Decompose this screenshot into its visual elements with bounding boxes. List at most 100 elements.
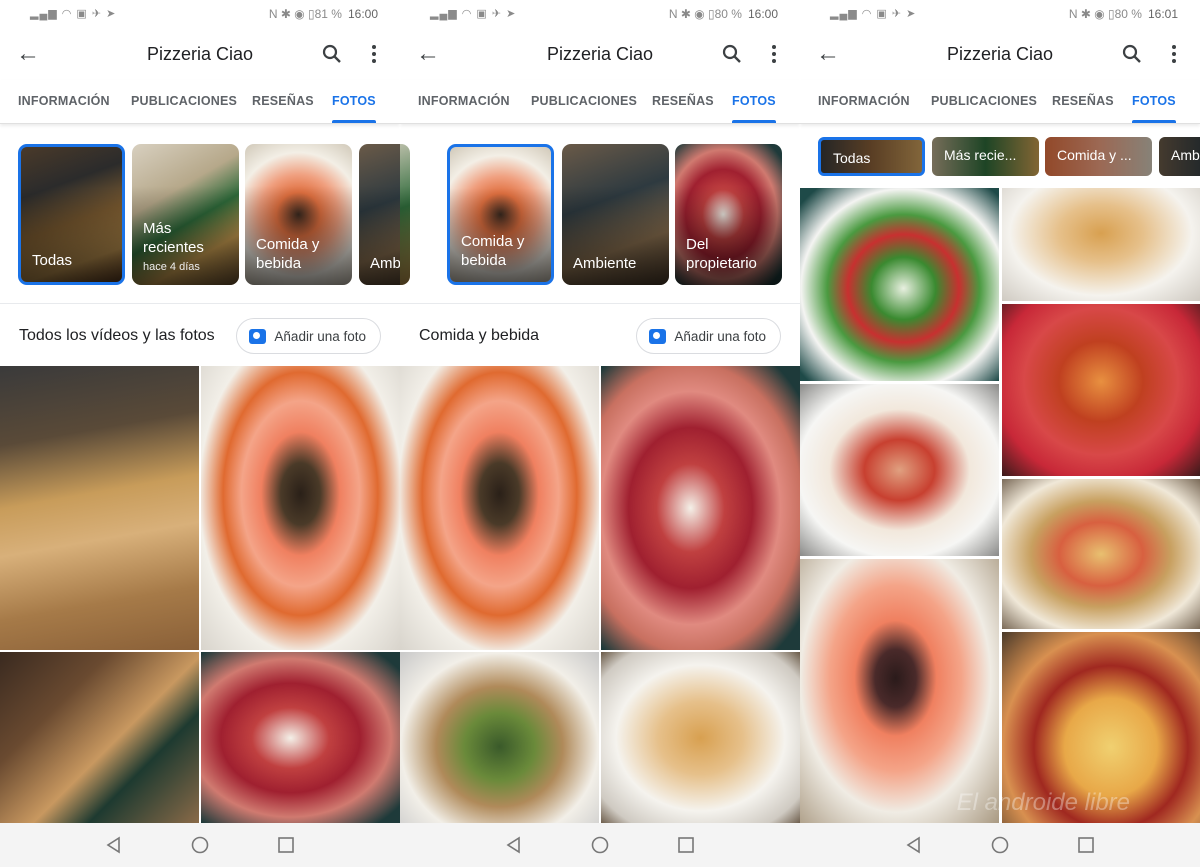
- phone-screen-3: ▂▄▆ ◠ ▣ ✈ ➤ N ✱ ◉ ▯80 % 16:01 ← Pizzeria …: [800, 0, 1200, 867]
- category-label: Comida y bebida: [461, 233, 525, 269]
- clock: 16:00: [347, 7, 378, 21]
- photo-spaghetti-seafood[interactable]: [1002, 188, 1200, 301]
- category-card-comida[interactable]: Comida y bebida: [447, 144, 554, 285]
- photo-salmon-dish[interactable]: [201, 366, 400, 650]
- nav-back-icon[interactable]: [504, 835, 524, 855]
- add-photo-button[interactable]: Añadir una foto: [636, 318, 781, 354]
- tab-informacion[interactable]: INFORMACIÓN: [418, 94, 510, 108]
- photo-spaghetti[interactable]: [601, 652, 800, 824]
- status-bar: ▂▄▆ ◠ ▣ ✈ ➤ N ✱ ◉ ▯80 % 16:00: [400, 0, 800, 28]
- tab-informacion[interactable]: INFORMACIÓN: [18, 94, 110, 108]
- photo-meat-dish[interactable]: [1002, 304, 1200, 476]
- status-icons-left: ▂▄▆ ◠ ▣ ✈ ➤: [30, 8, 117, 20]
- system-nav-bar: [0, 823, 400, 867]
- chip-label: Todas: [833, 150, 871, 166]
- clock: 16:00: [747, 7, 778, 21]
- category-card-todas[interactable]: Todas: [18, 144, 125, 285]
- category-card-ambiente[interactable]: Ambiente: [562, 144, 669, 285]
- battery-level: 80 %: [1114, 7, 1142, 21]
- more-options-icon[interactable]: [764, 42, 784, 66]
- battery-level: 80 %: [714, 7, 742, 21]
- status-icons-right: N ✱ ◉ ▯80 % 16:01: [1068, 7, 1178, 21]
- category-card-ambiente[interactable]: Amb: [359, 144, 400, 285]
- photo-burrata-salad[interactable]: [800, 188, 999, 381]
- tab-fotos[interactable]: FOTOS: [1132, 94, 1176, 123]
- category-label: Comida y bebida: [256, 236, 320, 272]
- status-icons-right: N ✱ ◉ ▯80 % 16:00: [668, 7, 778, 21]
- search-icon[interactable]: [720, 42, 744, 66]
- add-photo-button[interactable]: Añadir una foto: [236, 318, 381, 354]
- category-card-propietario[interactable]: Del propietario: [675, 144, 782, 285]
- tab-publicaciones[interactable]: PUBLICACIONES: [931, 94, 1037, 108]
- system-nav-bar: [400, 823, 800, 867]
- status-bar: ▂▄▆ ◠ ▣ ✈ ➤ N ✱ ◉ ▯80 % 16:01: [800, 0, 1200, 28]
- more-options-icon[interactable]: [1164, 42, 1184, 66]
- app-bar: ← Pizzeria Ciao: [800, 28, 1200, 80]
- nav-recents-icon[interactable]: [1076, 835, 1096, 855]
- category-label: Más recientes: [143, 220, 204, 256]
- category-label: Del propietario: [686, 236, 757, 272]
- category-card-partial[interactable]: [400, 144, 410, 285]
- divider: [400, 303, 800, 304]
- chip-label: Amb: [1171, 147, 1200, 163]
- add-photo-icon: [249, 328, 267, 344]
- nav-back-icon[interactable]: [104, 835, 124, 855]
- chip-label: Comida y ...: [1057, 147, 1132, 163]
- tab-resenas[interactable]: RESEÑAS: [1052, 94, 1114, 108]
- tab-publicaciones[interactable]: PUBLICACIONES: [531, 94, 637, 108]
- photo-spaghetti-tomato[interactable]: [800, 384, 999, 556]
- clock: 16:01: [1147, 7, 1178, 21]
- tab-resenas[interactable]: RESEÑAS: [652, 94, 714, 108]
- category-card-recientes[interactable]: Más recientes hace 4 días: [132, 144, 239, 285]
- divider: [0, 303, 400, 304]
- tab-bar: INFORMACIÓN PUBLICACIONES RESEÑAS FOTOS: [800, 80, 1200, 124]
- tab-resenas[interactable]: RESEÑAS: [252, 94, 314, 108]
- photo-salmon-dish[interactable]: [400, 366, 599, 650]
- photo-salad[interactable]: [400, 652, 599, 824]
- card-shade: [400, 186, 410, 285]
- add-photo-icon: [649, 328, 667, 344]
- tab-informacion[interactable]: INFORMACIÓN: [818, 94, 910, 108]
- chip-todas[interactable]: Todas: [818, 137, 925, 176]
- app-bar: ← Pizzeria Ciao: [0, 28, 400, 80]
- nav-home-icon[interactable]: [990, 835, 1010, 855]
- category-carousel: Comida y bebida Ambiente Del propietario: [400, 144, 800, 288]
- status-bar: ▂▄▆ ◠ ▣ ✈ ➤ N ✱ ◉ ▯81 % 16:00: [0, 0, 400, 28]
- search-icon[interactable]: [1120, 42, 1144, 66]
- tab-fotos[interactable]: FOTOS: [732, 94, 776, 123]
- nav-recents-icon[interactable]: [276, 835, 296, 855]
- nav-recents-icon[interactable]: [676, 835, 696, 855]
- chip-ambiente[interactable]: Amb: [1159, 137, 1200, 176]
- section-title: Comida y bebida: [419, 327, 540, 344]
- more-options-icon[interactable]: [364, 42, 384, 66]
- nav-back-icon[interactable]: [904, 835, 924, 855]
- tab-fotos[interactable]: FOTOS: [332, 94, 376, 123]
- category-card-comida[interactable]: Comida y bebida: [245, 144, 352, 285]
- status-icons-right: N ✱ ◉ ▯81 % 16:00: [268, 7, 378, 21]
- search-icon[interactable]: [320, 42, 344, 66]
- nav-home-icon[interactable]: [190, 835, 210, 855]
- tab-publicaciones[interactable]: PUBLICACIONES: [131, 94, 237, 108]
- category-label: Todas: [32, 252, 73, 269]
- app-bar: ← Pizzeria Ciao: [400, 28, 800, 80]
- battery-level: 81 %: [314, 7, 342, 21]
- category-carousel: Todas Más recientes hace 4 días Comida y…: [0, 144, 400, 288]
- photo-restaurant-interior[interactable]: [0, 366, 199, 650]
- section-title: Todos los vídeos y las fotos: [19, 327, 215, 344]
- category-label: Ambiente: [573, 255, 637, 272]
- watermark-text: El androide libre: [956, 789, 1130, 816]
- system-nav-bar: [800, 823, 1200, 867]
- photo-restaurant-facade[interactable]: [0, 652, 199, 824]
- category-label: Amb: [370, 255, 400, 272]
- photo-cured-meats[interactable]: [601, 366, 800, 650]
- category-sublabel: hace 4 días: [143, 261, 200, 273]
- chip-comida[interactable]: Comida y ...: [1045, 137, 1152, 176]
- chip-label: Más recie...: [944, 147, 1017, 163]
- add-photo-label: Añadir una foto: [674, 328, 766, 344]
- chip-recientes[interactable]: Más recie...: [932, 137, 1039, 176]
- nav-home-icon[interactable]: [590, 835, 610, 855]
- status-icons-left: ▂▄▆ ◠ ▣ ✈ ➤: [830, 8, 917, 20]
- photo-salmon-carpaccio[interactable]: [800, 559, 999, 824]
- photo-cured-meats[interactable]: [201, 652, 400, 824]
- photo-pizza-quattro[interactable]: [1002, 479, 1200, 629]
